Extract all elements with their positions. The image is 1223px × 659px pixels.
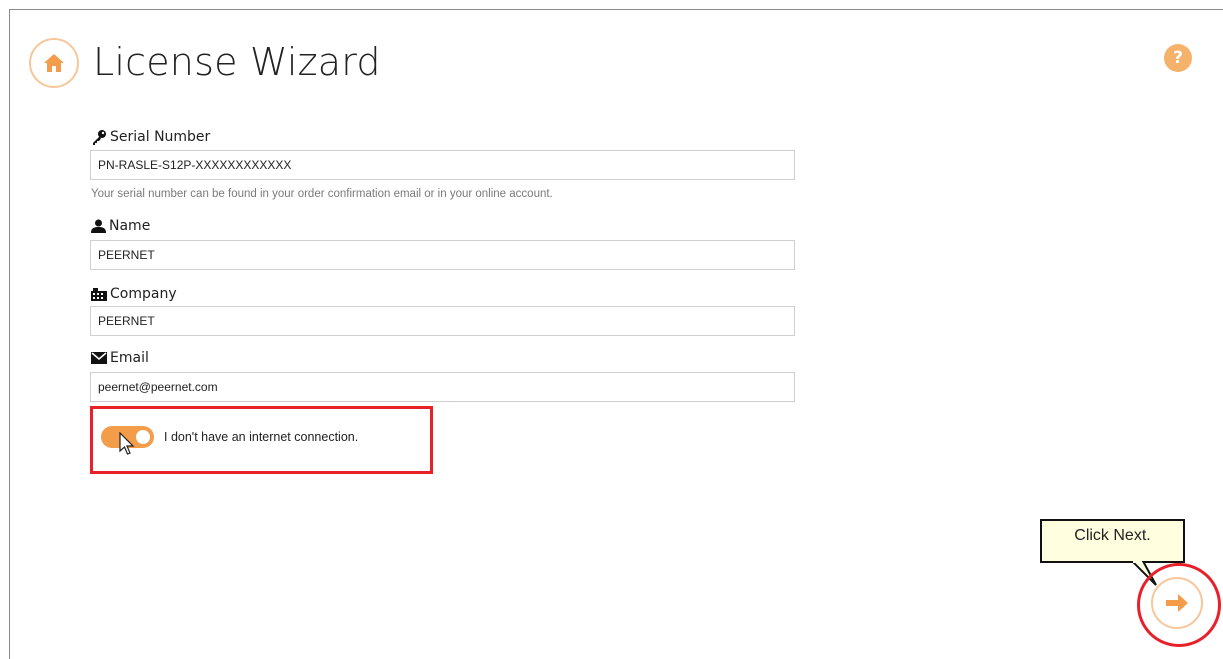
home-icon xyxy=(44,54,64,72)
serial-number-label: Serial Number xyxy=(91,128,210,146)
serial-help-text: Your serial number can be found in your … xyxy=(91,188,553,200)
callout-note: Click Next. xyxy=(1040,519,1185,563)
offline-toggle-label: I don't have an internet connection. xyxy=(164,430,359,444)
email-input[interactable] xyxy=(90,372,795,402)
next-button[interactable] xyxy=(1151,577,1203,629)
page-title: License Wizard xyxy=(93,40,381,84)
home-button[interactable] xyxy=(29,38,79,88)
name-input[interactable] xyxy=(90,240,795,270)
key-icon xyxy=(93,130,106,145)
serial-number-input[interactable] xyxy=(90,150,795,180)
user-icon xyxy=(91,219,106,233)
company-label: Company xyxy=(91,285,177,303)
help-icon: ? xyxy=(1173,48,1183,68)
name-label: Name xyxy=(91,217,150,235)
toggle-knob xyxy=(136,430,150,444)
mouse-cursor-icon xyxy=(119,432,135,455)
company-input[interactable] xyxy=(90,306,795,336)
help-button[interactable]: ? xyxy=(1164,44,1192,72)
arrow-right-icon xyxy=(1166,594,1188,612)
building-icon xyxy=(91,287,107,301)
envelope-icon xyxy=(91,352,107,364)
email-label: Email xyxy=(91,349,149,367)
